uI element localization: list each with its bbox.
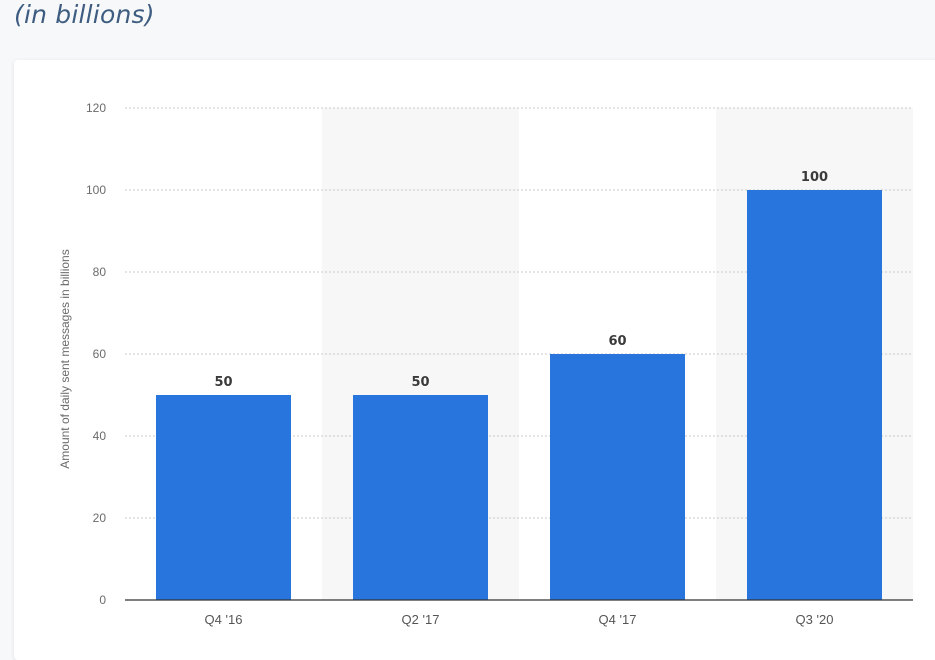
y-tick-label: 60 xyxy=(93,347,107,361)
y-tick-label: 20 xyxy=(93,511,107,525)
y-tick-label: 120 xyxy=(86,101,106,115)
y-tick-label: 80 xyxy=(93,265,107,279)
data-label: 60 xyxy=(608,334,626,349)
bar[interactable] xyxy=(550,354,685,600)
bar[interactable] xyxy=(747,190,882,600)
y-tick-label: 0 xyxy=(99,593,106,607)
y-axis-title: Amount of daily sent messages in billion… xyxy=(58,249,72,468)
data-label: 50 xyxy=(214,375,232,390)
y-tick-label: 100 xyxy=(86,183,106,197)
bar[interactable] xyxy=(156,395,291,600)
x-tick-label: Q4 '17 xyxy=(599,612,637,627)
x-tick-label: Q4 '16 xyxy=(205,612,243,627)
data-label: 100 xyxy=(801,170,828,185)
y-tick-label: 40 xyxy=(93,429,107,443)
y-axis-ticks: 0 20 40 60 80 100 120 xyxy=(86,101,106,607)
x-tick-label: Q3 '20 xyxy=(796,612,834,627)
x-axis-ticks: Q4 '16 Q2 '17 Q4 '17 Q3 '20 xyxy=(205,612,834,627)
data-label: 50 xyxy=(411,375,429,390)
bar-chart: 50 5060100 020406080100120 Q4 '16 Q2 '17 Q4… xyxy=(58,101,913,627)
bar[interactable] xyxy=(353,395,488,600)
x-tick-label: Q2 '17 xyxy=(402,612,440,627)
